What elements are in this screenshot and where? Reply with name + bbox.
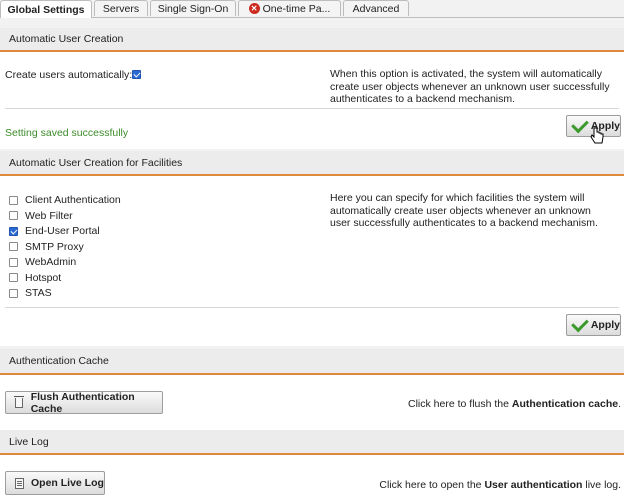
create-users-label: Create users automatically: — [5, 69, 133, 81]
flush-authentication-cache-button[interactable]: Flush Authentication Cache — [5, 390, 163, 415]
checkmark-icon — [571, 115, 589, 134]
create-users-checkbox[interactable] — [132, 70, 141, 79]
apply-button[interactable]: Apply — [566, 314, 621, 336]
client-authentication-label: Client Authentication — [25, 194, 121, 206]
webadmin-checkbox[interactable] — [9, 258, 18, 267]
facilities-description: Here you can specify for which facilitie… — [330, 192, 598, 229]
open-live-log-label: Open Live Log — [31, 477, 104, 489]
hint-text: . — [618, 398, 621, 410]
divider — [5, 307, 619, 308]
hint-text: Click here to flush the — [408, 398, 509, 410]
section-title: Automatic User Creation for Facilities — [9, 156, 183, 169]
status-message: Setting saved successfully — [5, 127, 129, 139]
trash-icon — [14, 395, 24, 408]
automatic-user-creation-panel: Create users automatically: When this op… — [0, 52, 624, 149]
smtp-proxy-label: SMTP Proxy — [25, 241, 84, 253]
live-log-hint: Click here to open the User authenticati… — [379, 479, 621, 491]
tab-label: One-time Pa... — [262, 2, 331, 15]
tab-label: Single Sign-On — [157, 2, 229, 15]
hint-bold-text: User authentication — [484, 479, 583, 491]
hand-cursor-icon — [590, 127, 604, 144]
checkmark-icon — [571, 314, 589, 333]
tab-label: Advanced — [352, 2, 400, 15]
flush-button-label: Flush Authentication Cache — [30, 390, 135, 415]
tab-advanced[interactable]: Advanced — [343, 0, 409, 16]
stas-checkbox[interactable] — [9, 289, 18, 298]
section-header-live-log: Live Log — [0, 430, 624, 455]
tab-label: Servers — [102, 2, 140, 15]
hint-bold-text: Authentication cache — [511, 398, 619, 410]
hotspot-label: Hotspot — [25, 272, 62, 284]
live-log-panel: Open Live Log Click here to open the Use… — [0, 455, 624, 503]
section-header-facilities: Automatic User Creation for Facilities — [0, 151, 624, 176]
tab-global-settings[interactable]: Global Settings — [0, 0, 92, 18]
webadmin-label: WebAdmin — [25, 256, 77, 268]
apply-label: Apply — [590, 319, 620, 331]
document-icon — [15, 477, 24, 489]
hint-text: Click here to open the — [379, 479, 482, 491]
authentication-cache-panel: Flush Authentication Cache Click here to… — [0, 375, 624, 430]
end-user-portal-label: End-User Portal — [25, 225, 100, 237]
section-title: Authentication Cache — [9, 355, 109, 367]
divider — [5, 108, 619, 109]
auto-create-description: When this option is activated, the syste… — [330, 68, 610, 105]
section-header-authentication-cache: Authentication Cache — [0, 349, 624, 375]
section-header-automatic-user-creation: Automatic User Creation — [0, 28, 624, 52]
smtp-proxy-checkbox[interactable] — [9, 242, 18, 251]
end-user-portal-checkbox[interactable] — [9, 227, 18, 236]
open-live-log-button[interactable]: Open Live Log — [5, 471, 105, 495]
section-title: Live Log — [9, 435, 49, 448]
error-x-icon: ✕ — [248, 3, 260, 14]
facilities-panel: Client Authentication Web Filter End-Use… — [0, 176, 624, 346]
tab-servers[interactable]: Servers — [94, 0, 148, 16]
hint-text: live log. — [585, 479, 621, 491]
section-title: Automatic User Creation — [9, 33, 124, 45]
tab-label: Global Settings — [7, 3, 85, 16]
stas-label: STAS — [25, 287, 52, 299]
flush-cache-hint: Click here to flush the Authentication c… — [408, 398, 621, 410]
client-authentication-checkbox[interactable] — [9, 196, 18, 205]
web-filter-checkbox[interactable] — [9, 211, 18, 220]
hotspot-checkbox[interactable] — [9, 273, 18, 282]
tab-bar: Global Settings Servers Single Sign-On ✕… — [0, 0, 624, 18]
tab-single-sign-on[interactable]: Single Sign-On — [150, 0, 236, 16]
web-filter-label: Web Filter — [25, 210, 73, 222]
tab-one-time-password[interactable]: ✕ One-time Pa... — [238, 0, 341, 16]
